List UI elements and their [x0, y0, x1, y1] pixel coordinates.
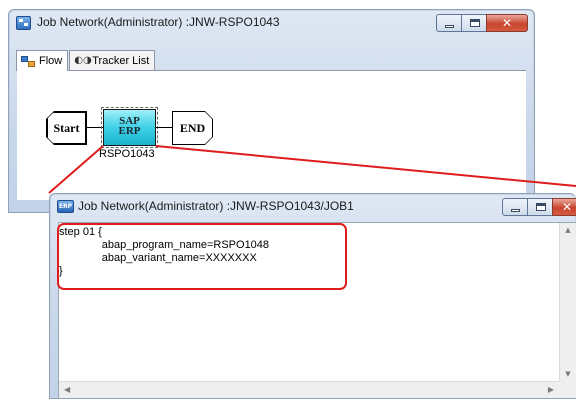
minimize-button[interactable] — [436, 14, 462, 32]
scroll-right-icon[interactable]: ▶ — [548, 385, 554, 394]
tab-bar: Flow ◐◑ Tracker List — [16, 50, 156, 71]
close-icon: ✕ — [561, 200, 573, 214]
horizontal-scrollbar[interactable]: ◀ ▶ — [59, 381, 559, 398]
maximize-button[interactable] — [527, 198, 553, 216]
vertical-scrollbar[interactable]: ▲ ▼ — [559, 223, 576, 381]
start-node-label: Start — [53, 120, 80, 135]
job-network-icon — [16, 16, 31, 30]
sap-erp-job-node[interactable]: SAP ERP — [103, 109, 156, 146]
flow-icon — [21, 55, 35, 67]
title-bar[interactable]: Job Network(Administrator) :JNW-RSPO1043… — [9, 10, 534, 36]
start-node[interactable]: Start — [47, 112, 86, 144]
close-button[interactable]: ✕ — [552, 198, 576, 216]
tab-flow-label: Flow — [39, 55, 63, 67]
tab-flow[interactable]: Flow — [16, 50, 69, 71]
window-title: Job Network(Administrator) :JNW-RSPO1043 — [37, 15, 280, 29]
end-node-label: END — [179, 120, 206, 135]
resize-grip[interactable] — [559, 381, 576, 398]
maximize-icon — [536, 203, 546, 211]
end-node[interactable]: END — [173, 112, 212, 144]
job-node-line2: ERP — [118, 125, 141, 137]
close-icon: ✕ — [501, 16, 513, 30]
maximize-icon — [470, 19, 480, 27]
connector-line — [156, 127, 173, 128]
window-title: Job Network(Administrator) :JNW-RSPO1043… — [78, 199, 354, 213]
highlight-box — [57, 223, 347, 290]
maximize-button[interactable] — [461, 14, 487, 32]
erp-icon: ERP — [57, 200, 74, 213]
minimize-icon — [445, 25, 454, 28]
flow-canvas[interactable] — [17, 70, 526, 200]
minimize-button[interactable] — [502, 198, 528, 216]
title-bar[interactable]: ERP Job Network(Administrator) :JNW-RSPO… — [50, 194, 576, 220]
scroll-left-icon[interactable]: ◀ — [64, 385, 70, 394]
job-node-name: RSPO1043 — [99, 148, 155, 160]
scroll-down-icon[interactable]: ▼ — [560, 370, 576, 378]
tab-tracker-list[interactable]: ◐◑ Tracker List — [69, 50, 156, 70]
scroll-up-icon[interactable]: ▲ — [560, 226, 576, 234]
minimize-icon — [511, 209, 520, 212]
tab-tracker-label: Tracker List — [92, 54, 150, 67]
close-button[interactable]: ✕ — [486, 14, 528, 32]
tracker-icon: ◐◑ — [74, 54, 92, 66]
